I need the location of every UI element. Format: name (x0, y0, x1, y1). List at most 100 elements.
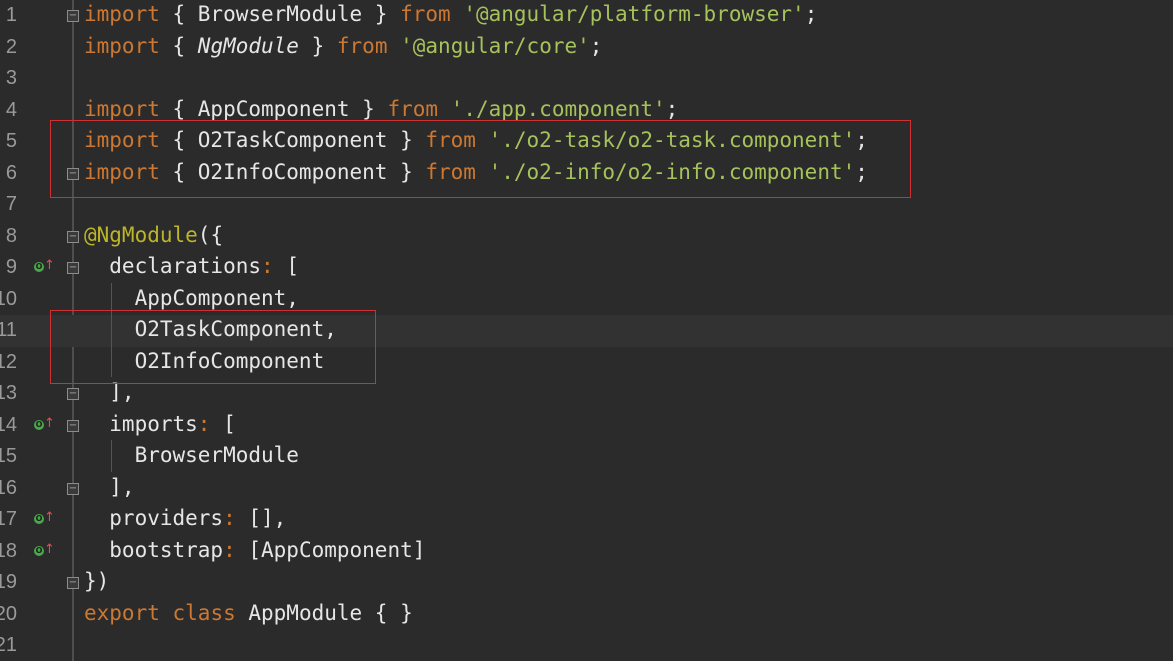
code-token: bootstrap (84, 537, 224, 562)
line-number: 5 (5, 130, 17, 152)
code-line[interactable]: 14 imports: [ (0, 410, 1173, 442)
line-number: 17 (0, 508, 17, 530)
code-token: [AppComponent] (235, 537, 426, 562)
line-number: 21 (0, 634, 17, 656)
line-number: 3 (5, 67, 17, 89)
code-text[interactable]: imports: [ (84, 410, 236, 442)
code-text[interactable]: import { NgModule } from '@angular/core'… (84, 32, 602, 64)
code-text[interactable]: ], (84, 473, 135, 505)
code-line[interactable]: 9 declarations: [ (0, 252, 1173, 284)
code-editor[interactable]: 1 import { BrowserModule } from '@angular… (0, 0, 1173, 661)
override-marker-icon[interactable]: O ↑ (34, 415, 55, 433)
code-token: } (298, 33, 337, 58)
fold-toggle-icon[interactable]: − (67, 482, 79, 495)
code-text[interactable]: }) (84, 567, 109, 599)
fold-toggle-icon[interactable]: − (67, 388, 79, 400)
fold-toggle-icon[interactable]: − (67, 10, 79, 22)
code-token: ; (589, 33, 603, 58)
line-number: 19 (0, 571, 17, 593)
code-line[interactable]: 18 bootstrap: [AppComponent] (0, 536, 1173, 568)
code-token: providers (84, 506, 224, 530)
override-marker-icon[interactable]: O ↑ (34, 541, 55, 559)
code-line[interactable]: 2 import { NgModule } from '@angular/core… (0, 32, 1173, 64)
indent-guide (111, 440, 112, 472)
code-token: from (400, 2, 451, 26)
up-arrow-icon: ↑ (44, 541, 55, 557)
code-token: : (197, 411, 211, 436)
code-token: imports (84, 411, 198, 436)
override-badge-icon: O (34, 514, 44, 524)
line-number: 20 (0, 602, 17, 625)
code-line[interactable]: 19}) (0, 567, 1173, 599)
code-text[interactable]: import { BrowserModule } from '@angular/… (84, 0, 817, 32)
code-line[interactable]: 8 @NgModule({ (0, 221, 1173, 253)
line-number: 8 (5, 224, 17, 247)
code-line[interactable]: 3 (0, 63, 1173, 95)
fold-toggle-icon[interactable]: − (67, 230, 79, 243)
code-token: './app.component' (450, 96, 666, 121)
code-line[interactable]: 1 import { BrowserModule } from '@angular… (0, 0, 1173, 32)
code-token: ({ (197, 222, 224, 247)
line-number: 7 (5, 193, 17, 215)
line-number: 15 (0, 445, 17, 467)
code-token: '@angular/core' (400, 33, 590, 58)
code-token: [ (210, 411, 236, 436)
code-token: declarations (84, 254, 262, 278)
line-number: 14 (0, 413, 17, 436)
fold-toggle-icon[interactable]: − (67, 419, 79, 432)
code-token: ], (84, 474, 135, 499)
line-number: 12 (0, 350, 17, 373)
code-line[interactable]: 21 (0, 630, 1173, 661)
code-token: from (336, 33, 388, 58)
code-token: AppComponent, (84, 285, 299, 310)
line-number: 13 (0, 382, 17, 404)
line-number: 11 (0, 319, 17, 341)
code-token: class (172, 600, 236, 625)
code-text[interactable]: BrowserModule (84, 441, 299, 473)
code-line[interactable]: 15 BrowserModule (0, 441, 1173, 473)
code-text[interactable]: export class AppModule { } (84, 599, 413, 631)
code-token: import (84, 96, 160, 121)
override-marker-icon[interactable]: O ↑ (34, 510, 55, 527)
code-text[interactable]: declarations: [ (84, 252, 299, 284)
code-token: BrowserModule (84, 443, 299, 467)
line-number: 18 (0, 539, 17, 562)
code-token: : (223, 506, 236, 530)
line-number: 1 (5, 4, 17, 26)
fold-toggle-icon[interactable]: − (67, 577, 79, 589)
code-token: : (223, 537, 236, 562)
code-token: NgModule (197, 33, 299, 58)
code-token: '@angular/platform-browser' (463, 2, 805, 26)
code-line[interactable]: 16 ], (0, 473, 1173, 505)
override-marker-icon[interactable]: O ↑ (34, 258, 55, 275)
line-number: 6 (5, 161, 17, 184)
code-text[interactable]: bootstrap: [AppComponent] (84, 536, 425, 568)
code-token: import (84, 2, 160, 26)
code-token: export (84, 600, 160, 625)
code-token: : (261, 254, 274, 278)
override-badge-icon: O (34, 545, 44, 556)
code-text[interactable]: providers: [], (84, 504, 286, 536)
line-number: 9 (5, 256, 17, 278)
code-token: [ (273, 254, 299, 278)
up-arrow-icon: ↑ (44, 258, 55, 273)
code-token: ; (804, 2, 818, 26)
code-line[interactable]: 20 export class AppModule { } (0, 599, 1173, 631)
line-number: 2 (5, 35, 17, 58)
line-number: 16 (0, 476, 17, 499)
up-arrow-icon: ↑ (44, 510, 55, 525)
code-token: { BrowserModule } (159, 2, 401, 26)
override-badge-icon: O (34, 419, 44, 430)
code-text[interactable]: @NgModule({ (84, 221, 223, 253)
code-token: import (84, 33, 160, 58)
code-token: [], (235, 506, 287, 530)
code-line[interactable]: 17 providers: [], (0, 504, 1173, 536)
up-arrow-icon: ↑ (44, 415, 55, 431)
fold-toggle-icon[interactable]: − (67, 262, 79, 274)
code-token: @NgModule (84, 222, 198, 247)
code-token: { (159, 33, 198, 58)
